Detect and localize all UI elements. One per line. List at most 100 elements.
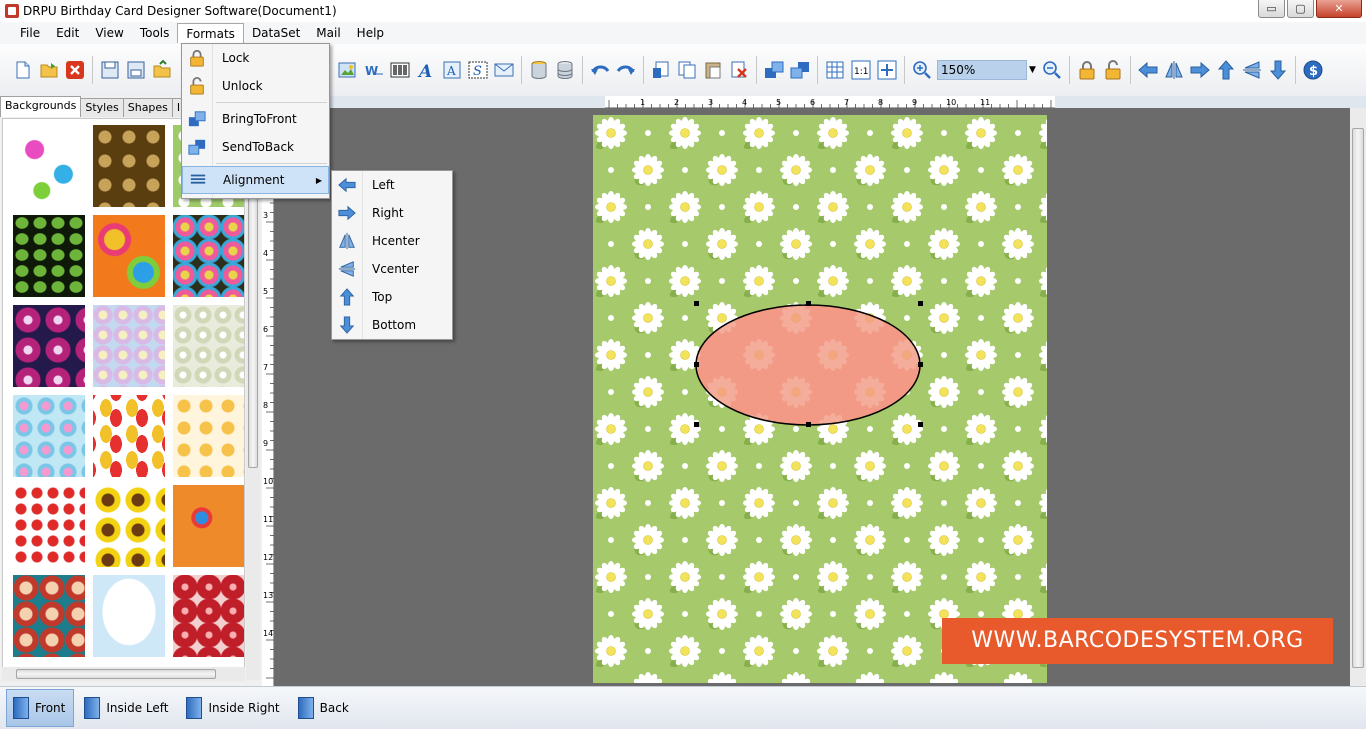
- minimize-button[interactable]: ▭: [1258, 0, 1285, 18]
- email-button[interactable]: [493, 59, 515, 81]
- fit-window-button[interactable]: [876, 59, 898, 81]
- save-button[interactable]: [99, 59, 121, 81]
- word-art-button[interactable]: W: [363, 59, 385, 81]
- zoom-level-combo[interactable]: 150%: [937, 60, 1027, 80]
- paste-button[interactable]: [702, 59, 724, 81]
- menu-help[interactable]: Help: [349, 23, 392, 43]
- unlock-button[interactable]: [1102, 59, 1124, 81]
- background-thumbnail[interactable]: [93, 575, 165, 657]
- background-thumbnail[interactable]: [93, 125, 165, 207]
- chevron-down-icon[interactable]: ▼: [1029, 65, 1039, 75]
- purchase-button[interactable]: $: [1302, 59, 1324, 81]
- library-vertical-scrollbar[interactable]: [246, 118, 260, 680]
- background-thumbnail[interactable]: [13, 125, 85, 207]
- image-tool-button[interactable]: [337, 59, 359, 81]
- background-thumbnail[interactable]: [93, 305, 165, 387]
- page-inside-left-button[interactable]: Inside Left: [78, 689, 176, 727]
- canvas-vertical-scrollbar[interactable]: [1350, 108, 1366, 686]
- background-thumbnail[interactable]: [93, 395, 165, 477]
- new-button[interactable]: [12, 59, 34, 81]
- menu-mail[interactable]: Mail: [308, 23, 348, 43]
- zoom-in-button[interactable]: [911, 59, 933, 81]
- tab-shapes[interactable]: Shapes: [122, 98, 173, 117]
- background-thumbnail[interactable]: [173, 215, 244, 297]
- menu-item-align-left[interactable]: Left: [332, 171, 452, 199]
- tab-backgrounds[interactable]: Backgrounds: [0, 96, 82, 117]
- redo-icon: [616, 65, 635, 75]
- page-icon: [297, 697, 314, 719]
- save-as-button[interactable]: [125, 59, 147, 81]
- scroll-thumb[interactable]: [1352, 128, 1364, 668]
- fit-window-icon: [877, 60, 897, 80]
- menu-item-lock[interactable]: Lock: [182, 44, 329, 72]
- menu-item-bring-to-front[interactable]: BringToFront: [182, 105, 329, 133]
- database-button[interactable]: [528, 59, 550, 81]
- menu-item-send-to-back[interactable]: SendToBack: [182, 133, 329, 161]
- copy-button[interactable]: [676, 59, 698, 81]
- menu-view[interactable]: View: [87, 23, 131, 43]
- library-horizontal-scrollbar[interactable]: [2, 667, 245, 681]
- background-thumbnail[interactable]: [13, 485, 85, 567]
- export-button[interactable]: [151, 59, 173, 81]
- undo-button[interactable]: [589, 59, 611, 81]
- maximize-button[interactable]: ▢: [1287, 0, 1314, 18]
- tab-styles[interactable]: Styles: [80, 98, 124, 117]
- background-thumbnail[interactable]: [173, 305, 244, 387]
- menu-item-label: Vcenter: [372, 262, 419, 276]
- signature-button[interactable]: S: [467, 59, 489, 81]
- background-thumbnail[interactable]: [13, 575, 85, 657]
- background-thumbnail[interactable]: [13, 305, 85, 387]
- menu-tools[interactable]: Tools: [132, 23, 178, 43]
- hcenter-icon: [1165, 61, 1183, 79]
- card-page[interactable]: [593, 115, 1047, 683]
- text-button[interactable]: A: [415, 59, 437, 81]
- menu-edit[interactable]: Edit: [48, 23, 87, 43]
- align-top-button[interactable]: [1215, 59, 1237, 81]
- align-right-button[interactable]: [1189, 59, 1211, 81]
- grid-button[interactable]: [824, 59, 846, 81]
- barcode-icon: [390, 62, 410, 78]
- lock-button[interactable]: [1076, 59, 1098, 81]
- text-box-button[interactable]: A: [441, 59, 463, 81]
- background-thumbnail[interactable]: [93, 485, 165, 567]
- background-thumbnail[interactable]: [173, 395, 244, 477]
- background-thumbnail[interactable]: [93, 215, 165, 297]
- background-thumbnail[interactable]: [13, 395, 85, 477]
- align-left-button[interactable]: [1137, 59, 1159, 81]
- menu-file[interactable]: File: [12, 23, 48, 43]
- open-button[interactable]: [38, 59, 60, 81]
- selected-ellipse[interactable]: [695, 304, 921, 426]
- barcode-button[interactable]: [389, 59, 411, 81]
- cut-button[interactable]: [650, 59, 672, 81]
- actual-size-button[interactable]: 1:1: [850, 59, 872, 81]
- menu-item-unlock[interactable]: Unlock: [182, 72, 329, 100]
- grid-icon: [826, 61, 844, 79]
- page-inside-right-button[interactable]: Inside Right: [180, 689, 287, 727]
- background-thumbnail[interactable]: [173, 485, 244, 567]
- background-thumbnail[interactable]: [173, 575, 244, 657]
- bring-front-button[interactable]: [763, 59, 785, 81]
- menu-dataset[interactable]: DataSet: [244, 23, 308, 43]
- scroll-thumb[interactable]: [16, 669, 216, 679]
- align-hcenter-button[interactable]: [1163, 59, 1185, 81]
- menu-item-align-hcenter[interactable]: Hcenter: [332, 227, 452, 255]
- menu-item-align-vcenter[interactable]: Vcenter: [332, 255, 452, 283]
- redo-button[interactable]: [615, 59, 637, 81]
- background-thumbnail[interactable]: [13, 215, 85, 297]
- menu-item-align-right[interactable]: Right: [332, 199, 452, 227]
- close-button[interactable]: ✕: [1316, 0, 1362, 18]
- delete-button[interactable]: [728, 59, 750, 81]
- zoom-out-button[interactable]: [1041, 59, 1063, 81]
- menu-item-align-top[interactable]: Top: [332, 283, 452, 311]
- svg-text:A: A: [417, 62, 432, 80]
- page-front-button[interactable]: Front: [6, 689, 75, 727]
- database-list-button[interactable]: [554, 59, 576, 81]
- close-document-button[interactable]: [64, 59, 86, 81]
- menu-formats[interactable]: Formats: [177, 23, 244, 43]
- align-vcenter-button[interactable]: [1241, 59, 1263, 81]
- menu-item-align-bottom[interactable]: Bottom: [332, 311, 452, 339]
- page-back-button[interactable]: Back: [292, 689, 357, 727]
- menu-item-alignment[interactable]: Alignment ▶: [182, 166, 329, 194]
- send-back-button[interactable]: [789, 59, 811, 81]
- align-bottom-button[interactable]: [1267, 59, 1289, 81]
